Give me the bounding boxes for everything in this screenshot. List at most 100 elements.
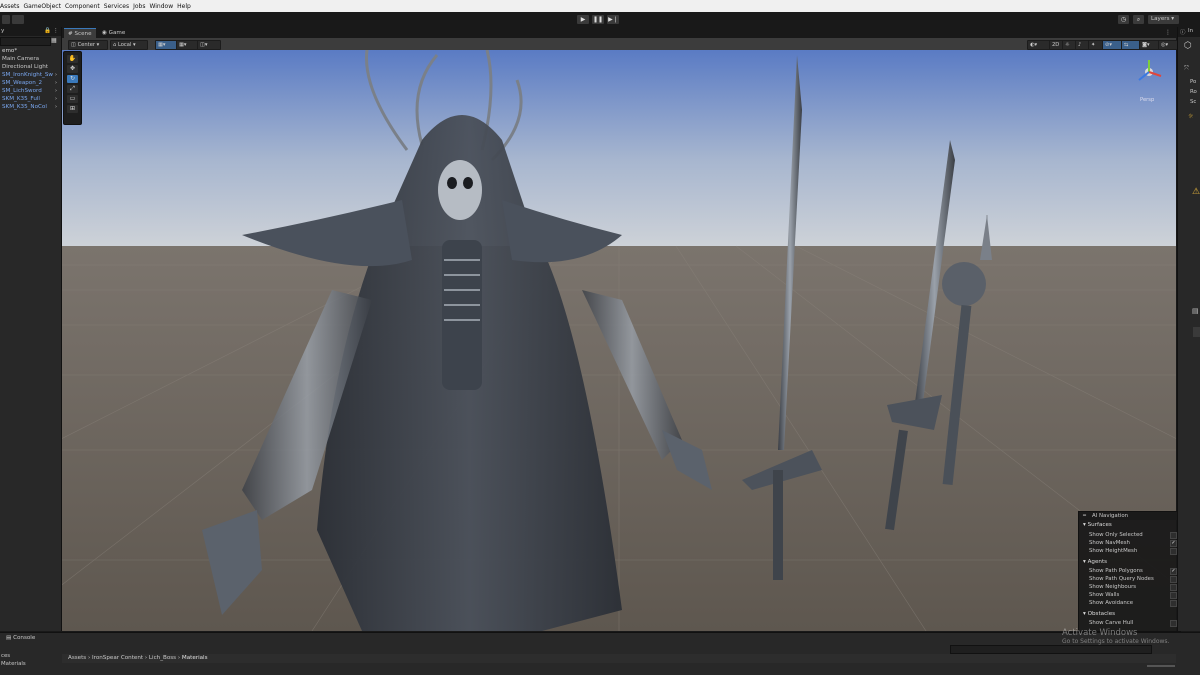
scale-tool-button[interactable]: ⤢ [67,85,78,93]
rotate-tool-button[interactable]: ↻ [67,75,78,83]
add-component-button[interactable] [1193,327,1200,337]
chevron-right-icon[interactable]: › [55,104,57,110]
search-button[interactable]: ⌕ [1133,15,1144,24]
more-icon[interactable]: ⋮ [1165,29,1171,36]
menu-window[interactable]: Window [149,3,177,10]
tab-game-label: Game [108,30,126,36]
chevron-right-icon[interactable]: › [55,80,57,86]
checkbox-show-only-selected[interactable] [1170,532,1177,539]
lock-icon[interactable]: 🔒 [44,28,51,34]
hierarchy-search-input[interactable] [0,37,51,46]
play-button[interactable]: ▶ [577,15,589,24]
account-button[interactable] [2,15,10,24]
checkbox-show-path-query-nodes[interactable] [1170,576,1177,583]
option-show-path-polygons: Show Path Polygons [1089,568,1143,574]
tab-game[interactable]: ◉ Game [98,28,129,38]
checkbox-show-walls[interactable] [1170,592,1177,599]
rect-tool-button[interactable]: ▭ [67,95,78,103]
menu-jobs[interactable]: Jobs [133,3,149,10]
transform-icon: ⤧ [1184,65,1189,72]
hierarchy-item[interactable]: Directional Light [2,64,48,70]
checkbox-show-neighbours[interactable] [1170,584,1177,591]
project-search-input[interactable] [950,645,1152,654]
hierarchy-item[interactable]: SM_Weapon_2 [2,80,42,86]
step-button[interactable]: ▶❘ [607,15,619,24]
activation-watermark: Activate Windows Go to Settings to activ… [1062,628,1169,645]
console-tab[interactable]: ▤ Console [6,635,35,641]
menu-component[interactable]: Component [65,3,104,10]
checkbox-show-path-polygons[interactable]: ✓ [1170,568,1177,575]
move-icon: ✥ [69,65,76,72]
option-show-avoidance: Show Avoidance [1089,600,1134,606]
menu-services[interactable]: Services [104,3,133,10]
console-label: Console [13,635,36,641]
breadcrumb-item[interactable]: IronSpear Content [92,655,143,661]
ai-navigation-toggle[interactable]: ⇆ [1121,40,1141,50]
project-folder-item[interactable]: ces [1,653,10,659]
breadcrumb-item[interactable]: Materials [182,655,208,661]
snap-to-grid-button[interactable]: ◫▾ [197,40,221,50]
ai-navigation-title: AI Navigation [1092,513,1129,519]
shading-mode-button[interactable]: ◐▾ [1027,40,1051,50]
cube-icon: ⬡ [1184,41,1192,51]
persp-label[interactable]: Persp [1140,97,1154,103]
history-button[interactable]: ◷ [1118,15,1129,24]
option-show-neighbours: Show Neighbours [1089,584,1137,590]
pivot-dropdown[interactable]: ◫ Center ▾ [68,40,108,50]
more-icon[interactable]: ⋮ [53,28,59,34]
chevron-right-icon[interactable]: › [55,88,57,94]
hierarchy-tab-label[interactable]: y [1,28,4,34]
hierarchy-item[interactable]: SM_IronKnight_Sw [2,72,53,78]
transform-tool-button[interactable]: ⊞ [67,105,78,113]
scene-icon: # [68,31,73,37]
game-icon: ◉ [102,30,107,36]
rect-icon: ▭ [69,95,76,102]
tab-scene-label: Scene [74,31,92,37]
hierarchy-item[interactable]: SKM_K35_Full [2,96,40,102]
checkbox-show-navmesh[interactable]: ✓ [1170,540,1177,547]
step-icon: ▶❘ [608,16,618,23]
checkbox-show-carve-hull[interactable] [1170,620,1177,627]
ai-navigation-header[interactable]: ═ AI Navigation [1079,512,1180,520]
hierarchy-item[interactable]: SKM_K35_NoCol [2,104,47,110]
inspector-panel: ⓘ In ⬡ ⤧ Po Ro Sc ☼ ⚠ ▤ [1177,27,1200,631]
layers-label: Layers [1151,16,1170,22]
scene-viewport[interactable]: Persp [62,50,1176,631]
option-show-heightmesh: Show HeightMesh [1089,548,1138,554]
project-folder-item[interactable]: Materials [1,661,26,667]
breadcrumb-item[interactable]: Assets [68,655,86,661]
scene-tab-bar: # Scene ◉ Game ⋮ [62,27,1176,39]
breadcrumb-item[interactable]: Lich_Boss [149,655,176,661]
play-icon: ▶ [580,16,586,23]
view-tool-button[interactable]: ✋ [67,55,78,63]
move-tool-button[interactable]: ✥ [67,65,78,73]
hierarchy-tab-bar: y 🔒 ⋮ [0,27,61,36]
watermark-line1: Activate Windows [1062,628,1138,638]
checkbox-show-heightmesh[interactable] [1170,548,1177,555]
ai-navigation-overlay: ═ AI Navigation ▾ Surfaces Show Only Sel… [1078,511,1181,632]
section-obstacles[interactable]: ▾ Obstacles [1083,611,1115,617]
cloud-button[interactable] [12,15,24,24]
section-surfaces[interactable]: ▾ Surfaces [1083,522,1112,528]
position-label: Po [1190,79,1197,85]
menu-bar: Assets GameObject Component Services Job… [0,0,1200,12]
scale-icon: ⤢ [70,85,75,92]
scale-label: Sc [1190,99,1197,105]
space-dropdown[interactable]: ⌂ Local ▾ [110,40,148,50]
checkbox-show-avoidance[interactable] [1170,600,1177,607]
chevron-right-icon[interactable]: › [55,96,57,102]
menu-help[interactable]: Help [177,3,195,10]
menu-assets[interactable]: Assets [0,3,24,10]
section-agents[interactable]: ▾ Agents [1083,559,1107,565]
hierarchy-scene-root[interactable]: emo* [2,48,17,54]
icon-size-slider[interactable] [1147,665,1175,667]
menu-gameobject[interactable]: GameObject [24,3,65,10]
chevron-right-icon[interactable]: › [55,72,57,78]
light-icon: ☼ [1188,113,1194,120]
option-show-only-selected: Show Only Selected [1089,532,1143,538]
inspector-tab-label[interactable]: In [1188,28,1193,34]
pause-button[interactable]: ❚❚ [592,15,604,24]
layers-dropdown[interactable]: Layers ▾ [1148,15,1179,24]
hierarchy-item[interactable]: Main Camera [2,56,39,62]
hierarchy-item[interactable]: SM_LichSword [2,88,42,94]
